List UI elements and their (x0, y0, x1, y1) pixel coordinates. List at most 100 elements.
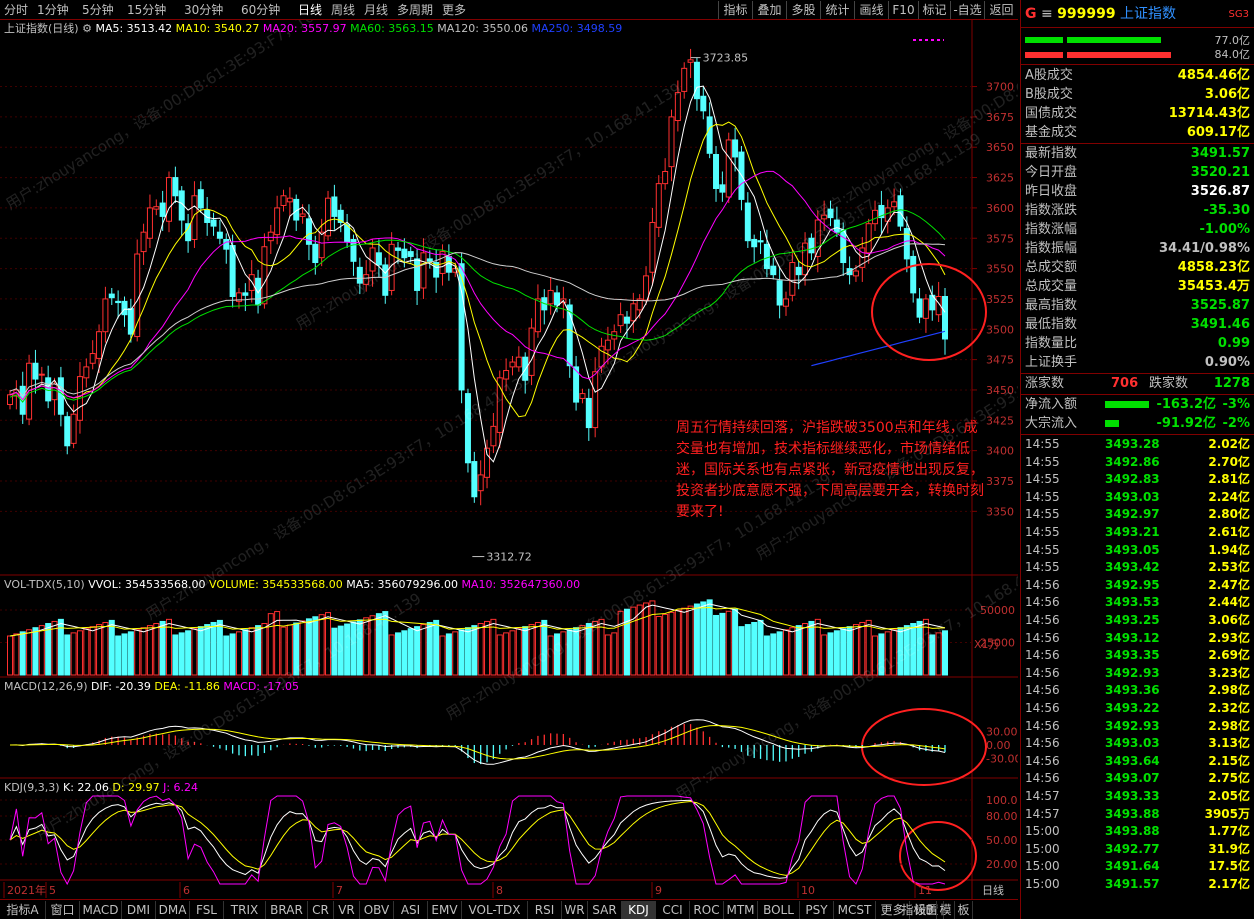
period-tab-6[interactable]: 日线 (298, 2, 322, 18)
indicator-tab-22[interactable]: PSY (800, 901, 834, 919)
indicator-tab-16[interactable]: SAR (588, 901, 622, 919)
toolbar-button-1[interactable]: 叠加 (752, 1, 786, 19)
toolbar-button-8[interactable]: 返回 (984, 1, 1018, 19)
stat-row-10: 指数量比 0.99 (1025, 336, 1250, 351)
candle (274, 207, 281, 236)
low-marker-label: 3312.72 (486, 551, 531, 564)
candle (153, 206, 160, 210)
candle (331, 196, 338, 217)
candle (655, 183, 662, 228)
toolbar-button-4[interactable]: 画线 (854, 1, 888, 19)
indicator-tab-0[interactable]: 指标A (0, 901, 46, 919)
toolbar-button-2[interactable]: 多股 (786, 1, 820, 19)
indicator-tab-21[interactable]: BOLL (758, 901, 800, 919)
volume-bar (108, 619, 115, 676)
tick-row-21: 14:57 3493.88 3905万 (1025, 806, 1250, 821)
toolbar-button-5[interactable]: F10 (888, 1, 918, 19)
candle (757, 240, 764, 243)
candle (706, 116, 713, 154)
volume-bar (204, 624, 211, 676)
indicator-tab-1[interactable]: 窗口 (46, 901, 80, 919)
candle (121, 300, 128, 316)
candle (127, 308, 134, 335)
indicator-tab-15[interactable]: WR (562, 901, 588, 919)
g-icon[interactable]: G (1025, 6, 1037, 22)
tick-row-3: 14:55 3493.03 2.24亿 (1025, 489, 1250, 504)
volume-bar (687, 605, 694, 676)
period-tab-1[interactable]: 1分钟 (37, 2, 69, 18)
period-tab-4[interactable]: 30分钟 (184, 2, 223, 18)
indicator-tab-17[interactable]: KDJ (622, 901, 656, 919)
candle (840, 229, 847, 264)
analyst-annotation: 周五行情持续回落，沪指跌破3500点和年线，成交量也有增加，技术指标继续恶化，市… (676, 420, 984, 520)
vol-unit-label: X1万 (974, 638, 1000, 651)
toolbar-button-6[interactable]: 标记 (918, 1, 950, 19)
bottom-right-tab-1[interactable]: 模 (937, 901, 955, 919)
period-tab-7[interactable]: 周线 (331, 2, 355, 18)
volume-bar (795, 625, 802, 676)
indicator-tab-11[interactable]: ASI (394, 901, 428, 919)
indicator-tab-10[interactable]: OBV (360, 901, 394, 919)
candle (146, 207, 153, 239)
indicator-tab-20[interactable]: MTM (724, 901, 758, 919)
menu-icon[interactable]: ≡ (1037, 6, 1058, 22)
candle (693, 61, 700, 100)
tick-row-17: 14:56 3493.03 3.13亿 (1025, 736, 1250, 751)
candle (102, 298, 109, 333)
macd-axis-label-2: -30.00 (986, 753, 1018, 766)
candle (38, 373, 45, 376)
candle (649, 221, 656, 273)
indicator-tab-23[interactable]: MCST (834, 901, 876, 919)
period-tab-5[interactable]: 60分钟 (241, 2, 280, 18)
indicator-tab-12[interactable]: EMV (428, 901, 462, 919)
toolbar-button-0[interactable]: 指标 (718, 1, 752, 19)
candle (344, 224, 351, 243)
period-tab-3[interactable]: 15分钟 (127, 2, 166, 18)
indicator-tab-2[interactable]: MACD (80, 901, 122, 919)
volume-bar (414, 626, 421, 676)
indicator-tab-6[interactable]: TRIX (224, 901, 266, 919)
indicator-tab-4[interactable]: DMA (156, 901, 190, 919)
period-tab-0[interactable]: 分时 (4, 2, 28, 18)
candle (515, 356, 522, 368)
toolbar-button-7[interactable]: -自选 (950, 1, 984, 19)
indicator-tab-18[interactable]: CCI (656, 901, 690, 919)
volume-bar (255, 625, 262, 676)
period-tab-9[interactable]: 多周期 (397, 2, 433, 18)
indicator-tab-3[interactable]: DMI (122, 901, 156, 919)
indicator-tab-8[interactable]: CR (308, 901, 334, 919)
volume-bar (662, 613, 669, 676)
quote-panel: G ≡ 999999 上证指数 SG3 77.0亿 84.0亿 A股成交 4854.46亿… (1020, 0, 1254, 919)
volume-bar (471, 625, 478, 676)
candle (280, 195, 287, 206)
candle (744, 202, 751, 242)
volume-bar (89, 626, 96, 676)
volume-bar (744, 624, 751, 676)
indicator-tab-9[interactable]: VR (334, 901, 360, 919)
stat-row-4: 指数涨幅 -1.00% (1025, 222, 1250, 237)
volume-bar (757, 619, 764, 676)
indicator-tab-5[interactable]: FSL (190, 901, 224, 919)
candle (789, 262, 796, 296)
indicator-tab-19[interactable]: ROC (690, 901, 724, 919)
volume-bar (235, 631, 242, 676)
volume-bar (789, 627, 796, 676)
price-axis-label-2: 3650 (986, 141, 1014, 154)
bottom-right-tab-2[interactable]: 板 (955, 901, 973, 919)
tick-row-20: 14:57 3493.33 2.05亿 (1025, 789, 1250, 803)
bottom-right-tab-0[interactable]: 指标B (899, 901, 937, 919)
volume-bar (763, 635, 770, 676)
candle (547, 289, 554, 305)
indicator-tab-7[interactable]: BRAR (266, 901, 308, 919)
candle (216, 231, 223, 239)
period-tab-8[interactable]: 月线 (364, 2, 388, 18)
candle (942, 296, 948, 340)
candle (585, 397, 592, 429)
indicator-tab-14[interactable]: RSI (528, 901, 562, 919)
volume-bar (426, 621, 433, 676)
indicator-tab-13[interactable]: VOL-TDX (462, 901, 528, 919)
volume-bar (153, 623, 160, 676)
toolbar-button-3[interactable]: 统计 (820, 1, 854, 19)
period-tab-2[interactable]: 5分钟 (82, 2, 114, 18)
period-tab-10[interactable]: 更多 (442, 2, 466, 18)
